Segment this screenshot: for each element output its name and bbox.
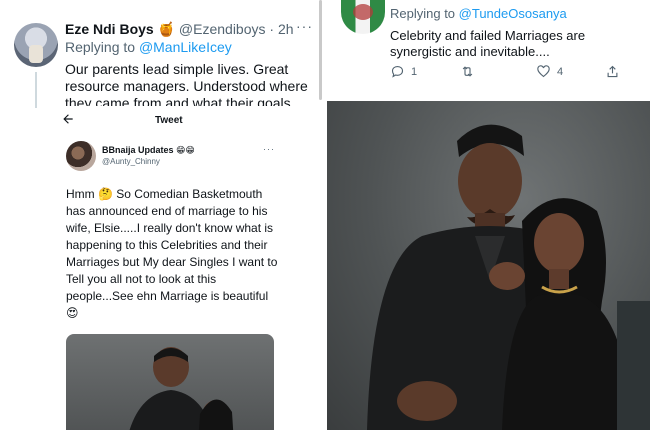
reply-count: 1 [411, 65, 418, 78]
embedded-author-handle: @Aunty_Chinny [102, 157, 160, 166]
more-horizontal-icon[interactable]: ··· [296, 18, 313, 34]
embedded-tweet-text: Hmm 🤔 So Comedian Basketmouth has announ… [66, 187, 278, 320]
tweet-header: Eze Ndi Boys 🍯 @Ezendiboys · 2h [65, 21, 294, 38]
retweet-button[interactable] [460, 64, 481, 79]
left-tweet-pane: Eze Ndi Boys 🍯 @Ezendiboys · 2h ··· Repl… [0, 0, 323, 430]
replying-prefix: Replying to [390, 6, 456, 21]
author-handle[interactable]: @Ezendiboys [179, 21, 266, 37]
replying-to: Replying to @ManLikeIcey [65, 39, 232, 55]
replying-to-link[interactable]: @TundeOsosanya [459, 6, 567, 21]
reply-icon [391, 65, 404, 78]
heart-icon [537, 65, 550, 78]
replying-prefix: Replying to [65, 39, 136, 55]
embedded-author-name: BBnaija Updates 😁😁 [102, 145, 195, 155]
tweet-photo[interactable] [327, 101, 650, 430]
share-button[interactable] [605, 64, 626, 79]
retweet-icon [462, 66, 473, 77]
author-name[interactable]: Eze Ndi Boys 🍯 [65, 21, 175, 37]
tweet-text: Our parents lead simple lives. Great res… [65, 61, 308, 106]
embedded-header-title: Tweet [155, 115, 183, 126]
arrow-left-icon [61, 112, 75, 130]
embedded-tweet-screenshot[interactable]: Tweet BBnaija Updates 😁😁 @Aunty_Chinny ·… [55, 108, 285, 430]
embedded-more-icon: ··· [263, 144, 275, 154]
tweet-time[interactable]: · 2h [269, 21, 293, 37]
embedded-author-avatar [66, 141, 96, 171]
tweet-actions: 1 4 [390, 64, 640, 84]
replying-to: Replying to @TundeOsosanya [390, 6, 567, 21]
replying-to-link[interactable]: @ManLikeIcey [139, 39, 232, 55]
like-count: 4 [557, 65, 564, 78]
embedded-couple-photo [66, 334, 274, 430]
share-icon [607, 65, 618, 78]
reply-button[interactable]: 1 [390, 64, 417, 79]
scrollbar[interactable] [319, 0, 322, 100]
tweet-text: Celebrity and failed Marriages are syner… [390, 28, 586, 59]
reply-author-avatar[interactable] [341, 0, 385, 34]
right-tweet-pane: Replying to @TundeOsosanya Celebrity and… [327, 0, 650, 430]
author-avatar[interactable] [14, 23, 58, 67]
thread-line [35, 72, 37, 108]
like-button[interactable]: 4 [536, 64, 563, 79]
